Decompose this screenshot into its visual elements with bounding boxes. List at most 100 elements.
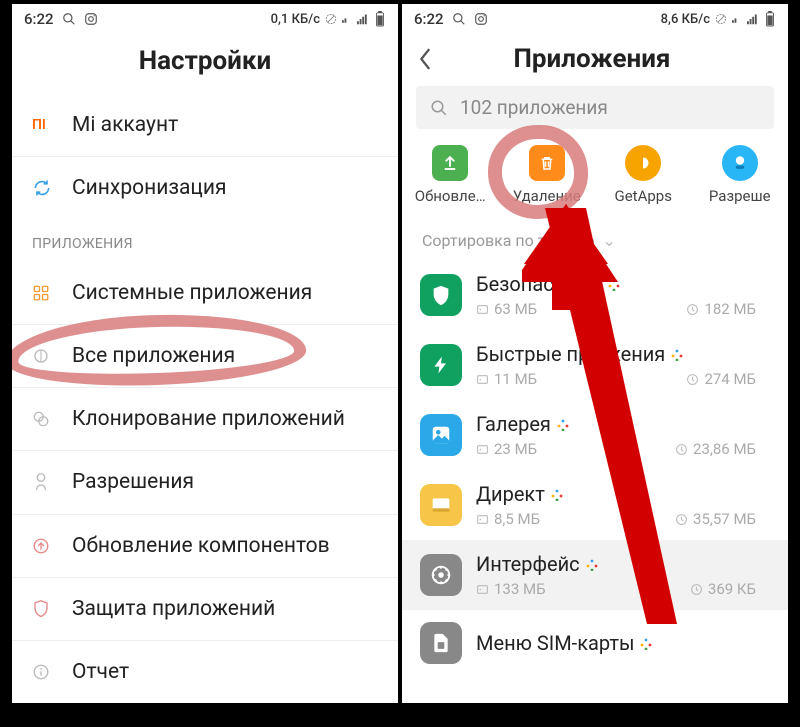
page-title: Настройки — [12, 32, 398, 94]
app-storage: 8,5 МБ — [476, 510, 540, 528]
search-icon — [430, 99, 448, 117]
row-sync[interactable]: Синхронизация — [12, 156, 398, 219]
mi-icon: ΠI — [32, 117, 72, 133]
app-data: 182 МБ — [686, 300, 756, 318]
sync-icon — [32, 178, 72, 198]
colordots-icon — [551, 489, 561, 499]
app-icon — [420, 344, 462, 386]
app-row[interactable]: Интерфейс 133 МБ 369 КБ — [402, 540, 788, 610]
battery-icon — [374, 11, 386, 27]
shield-icon — [32, 599, 72, 619]
row-label: Обновление компонентов — [72, 533, 378, 559]
upload-icon — [432, 145, 468, 181]
grid-icon — [32, 284, 72, 302]
instagram-icon — [84, 12, 98, 26]
signal-small-icon — [342, 13, 352, 25]
signal-icon — [356, 13, 370, 25]
status-time: 6:22 — [24, 10, 54, 28]
app-row[interactable]: Директ 8,5 МБ 35,57 МБ — [402, 470, 788, 540]
app-meta: 133 МБ 369 КБ — [476, 580, 756, 598]
app-data: 35,57 МБ — [675, 510, 756, 528]
row-label: Отчет — [72, 659, 378, 685]
row-mi-account[interactable]: ΠI Mi аккаунт — [12, 94, 398, 156]
row-label: Синхронизация — [72, 175, 378, 201]
search-input[interactable]: 102 приложения — [416, 86, 774, 129]
signal-icon — [746, 13, 760, 25]
chevron-down-icon: ⌄ — [599, 231, 616, 250]
header: Приложения — [402, 32, 788, 82]
colordots-icon — [586, 559, 596, 569]
app-name: Интерфейс — [476, 552, 770, 576]
row-app-protection[interactable]: Защита приложений — [12, 577, 398, 640]
app-meta: 23 МБ 23,86 МБ — [476, 440, 756, 458]
back-button[interactable] — [418, 48, 452, 70]
row-label: Все приложения — [72, 343, 378, 369]
no-sim-icon — [324, 12, 338, 26]
permissions-icon — [722, 145, 758, 181]
app-icon — [420, 414, 462, 456]
action-label: GetApps — [615, 187, 672, 205]
row-label: Разрешения — [72, 469, 378, 495]
status-time: 6:22 — [414, 10, 444, 28]
app-icon — [420, 484, 462, 526]
row-update-components[interactable]: Обновление компонентов — [12, 514, 398, 577]
colordots-icon — [608, 279, 618, 289]
app-name: Меню SIM-карты — [476, 631, 770, 655]
app-name: Директ — [476, 482, 770, 506]
row-all-apps[interactable]: Все приложения — [12, 324, 398, 387]
getapps-icon — [625, 145, 661, 181]
action-getapps[interactable]: GetApps — [598, 145, 688, 205]
app-row[interactable]: Быстрые пр ожения 11 МБ 274 МБ — [402, 330, 788, 400]
app-storage: 11 МБ — [476, 370, 537, 388]
colordots-icon — [671, 349, 681, 359]
status-net: 0,1 КБ/с — [271, 12, 320, 27]
search-icon — [62, 12, 76, 26]
row-report[interactable]: Отчет — [12, 640, 398, 703]
row-system-apps[interactable]: Системные приложения — [12, 262, 398, 324]
action-label: Разреше — [709, 187, 771, 205]
permissions-icon — [32, 472, 72, 492]
battery-icon — [764, 11, 776, 27]
app-meta: 11 МБ 274 МБ — [476, 370, 756, 388]
action-permissions[interactable]: Разреше — [695, 145, 785, 205]
app-meta: 63 МБ 182 МБ — [476, 300, 756, 318]
app-row[interactable]: Меню SIM-карты — [402, 610, 788, 676]
app-meta: 8,5 МБ 35,57 МБ — [476, 510, 756, 528]
app-name: Быстрые пр ожения — [476, 342, 770, 366]
app-name: Галерея — [476, 412, 770, 436]
row-clone-apps[interactable]: Клонирование приложений — [12, 387, 398, 450]
row-label: Системные приложения — [72, 280, 378, 306]
colordots-icon — [557, 419, 567, 429]
app-data: 274 МБ — [686, 370, 756, 388]
signal-small-icon — [732, 13, 742, 25]
status-bar: 6:22 8,6 КБ/с — [402, 4, 788, 32]
action-uninstall[interactable]: Удаление — [502, 145, 592, 205]
page-title: Приложения — [452, 44, 772, 74]
search-placeholder: 102 приложения — [460, 96, 608, 119]
sort-dropdown[interactable]: Сортировка по тоянию ⌄ — [402, 213, 788, 260]
status-net: 8,6 КБ/с — [661, 12, 710, 27]
app-icon — [420, 622, 462, 664]
info-icon — [32, 663, 72, 681]
app-list: Безопасно ть 63 МБ 182 МББыстрые пр ожен… — [402, 260, 788, 676]
sort-label: Сортировка по тоянию — [422, 231, 595, 250]
app-storage: 133 МБ — [476, 580, 546, 598]
no-sim-icon — [714, 12, 728, 26]
circle-icon — [32, 347, 72, 365]
action-updates[interactable]: Обновле… — [405, 145, 495, 205]
action-label: Обновле… — [415, 187, 486, 205]
app-name: Безопасно ть — [476, 272, 770, 296]
app-data: 23,86 МБ — [675, 440, 756, 458]
clone-icon — [32, 410, 72, 428]
app-storage: 63 МБ — [476, 300, 537, 318]
action-label: Удаление — [513, 187, 581, 205]
row-label: Mi аккаунт — [72, 112, 378, 138]
row-label: Защита приложений — [72, 596, 378, 622]
app-storage: 23 МБ — [476, 440, 537, 458]
app-row[interactable]: Безопасно ть 63 МБ 182 МБ — [402, 260, 788, 330]
app-row[interactable]: Галерея 23 МБ 23,86 МБ — [402, 400, 788, 470]
update-icon — [32, 537, 72, 555]
row-permissions[interactable]: Разрешения — [12, 450, 398, 513]
app-data: 369 КБ — [690, 580, 756, 598]
search-icon — [452, 12, 466, 26]
